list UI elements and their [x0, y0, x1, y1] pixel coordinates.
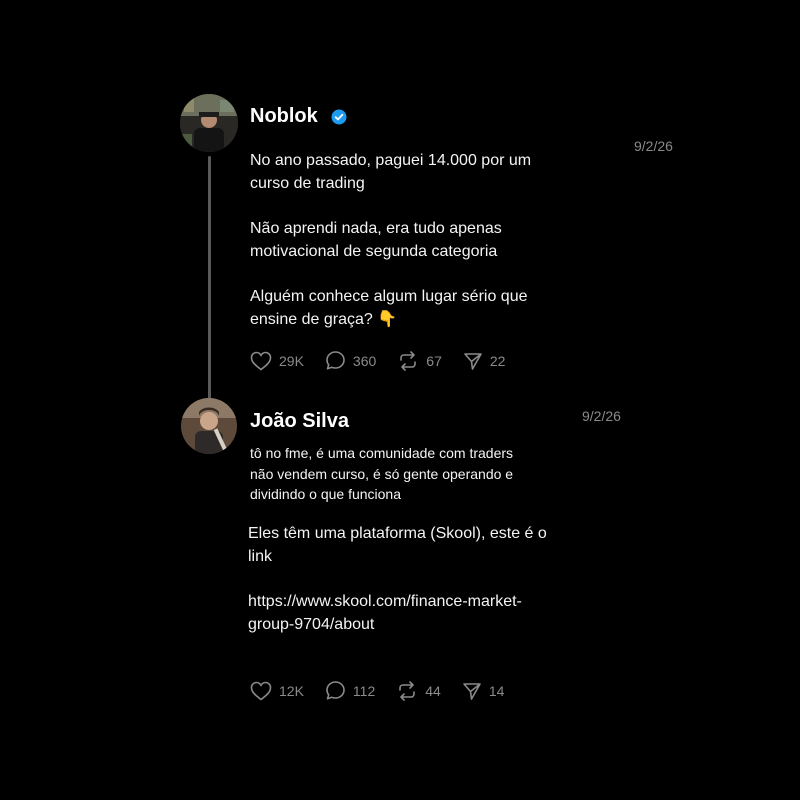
post-date: 9/2/26 [634, 138, 673, 154]
avatar-noblok[interactable] [180, 94, 238, 152]
quoted-text: tô no fme, é uma comunidade com traders … [250, 443, 513, 505]
like-button[interactable]: 12K [250, 681, 304, 701]
post-date: 9/2/26 [582, 408, 621, 424]
share-count: 22 [489, 352, 506, 369]
send-icon [463, 351, 483, 371]
reply-count: 112 [352, 682, 376, 699]
send-icon [462, 681, 482, 701]
author-name[interactable]: João Silva [250, 410, 349, 433]
repost-icon [396, 680, 418, 701]
quote-line: tô no fme, é uma comunidade com traders [250, 445, 514, 461]
heart-icon [250, 681, 272, 701]
quote-line: dividindo o que funciona [250, 486, 402, 502]
author-name[interactable]: Noblok [250, 105, 318, 128]
author-row: Noblok [250, 105, 347, 128]
repost-icon [397, 350, 419, 371]
post-paragraph: No ano passado, paguei 14.000 por um curs… [250, 152, 532, 192]
post-body: Eles têm uma plataforma (Skool), este é … [248, 522, 547, 658]
like-button[interactable]: 29K [250, 351, 304, 371]
comment-icon [325, 350, 346, 371]
like-count: 29K [279, 352, 304, 369]
repost-button[interactable]: 44 [396, 680, 441, 701]
comment-icon [325, 680, 346, 701]
reply-button[interactable]: 112 [325, 680, 375, 701]
post-actions: 12K 112 44 14 [250, 680, 525, 701]
reply-button[interactable]: 360 [325, 350, 376, 371]
post-paragraph: Não aprendi nada, era tudo apenas motivac… [250, 220, 502, 260]
avatar-joao-silva[interactable] [181, 398, 237, 454]
like-count: 12K [279, 682, 304, 699]
verified-badge-icon [331, 109, 347, 125]
repost-count: 44 [425, 682, 441, 699]
quote-line: não vendem curso, é só gente operando e [250, 465, 514, 482]
post-paragraph: Eles têm uma plataforma (Skool), este é … [248, 525, 547, 565]
repost-button[interactable]: 67 [397, 350, 442, 371]
share-button[interactable]: 22 [463, 351, 506, 371]
reply-count: 360 [352, 352, 377, 369]
thread-connector-line [208, 156, 211, 402]
post-body: No ano passado, paguei 14.000 por um curs… [250, 149, 531, 353]
post-paragraph: Alguém conhece algum lugar sério que ensi… [250, 288, 528, 328]
share-button[interactable]: 14 [462, 681, 505, 701]
repost-count: 67 [426, 352, 442, 369]
heart-icon [250, 351, 272, 371]
post-actions: 29K 360 67 22 [250, 350, 526, 371]
post-link[interactable]: https://www.skool.com/finance-market-gro… [248, 590, 547, 636]
share-count: 14 [488, 682, 505, 699]
